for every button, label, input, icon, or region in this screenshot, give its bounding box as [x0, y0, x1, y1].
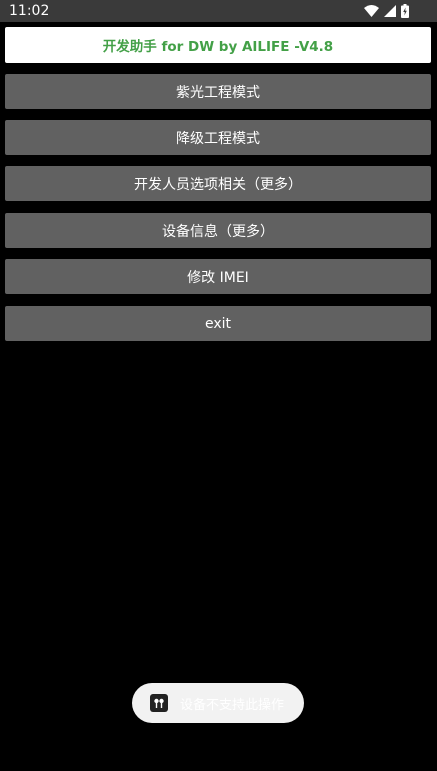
- status-icons: [364, 3, 409, 19]
- exit-button[interactable]: exit: [5, 306, 431, 341]
- button-label: 修改 IMEI: [187, 269, 249, 286]
- app-icon: [150, 694, 168, 712]
- signal-icon: [384, 5, 396, 17]
- battery-icon: [401, 4, 409, 18]
- button-label: 降级工程模式: [176, 130, 260, 147]
- app-header: 开发助手 for DW by AILIFE -V4.8: [5, 27, 431, 63]
- button-label: 设备信息（更多）: [162, 223, 274, 240]
- toast-text: 设备不支持此操作: [180, 697, 285, 713]
- unisoc-engineering-mode-button[interactable]: 紫光工程模式: [5, 74, 431, 109]
- button-label: 开发人员选项相关（更多）: [134, 176, 302, 193]
- toast-message: 设备不支持此操作: [132, 683, 304, 723]
- device-info-button[interactable]: 设备信息（更多）: [5, 213, 431, 248]
- button-label: 紫光工程模式: [176, 84, 260, 101]
- status-bar: 11:02: [0, 0, 437, 22]
- app-title: 开发助手 for DW by AILIFE -V4.8: [102, 39, 334, 55]
- status-time: 11:02: [9, 3, 50, 19]
- developer-options-button[interactable]: 开发人员选项相关（更多）: [5, 166, 431, 201]
- downgrade-engineering-mode-button[interactable]: 降级工程模式: [5, 120, 431, 155]
- button-label: exit: [204, 315, 232, 332]
- wifi-icon: [364, 5, 379, 17]
- modify-imei-button[interactable]: 修改 IMEI: [5, 259, 431, 294]
- app-screen: 11:02 开发助手 for DW by AILIFE -V4.8 紫光工程模式…: [0, 0, 437, 771]
